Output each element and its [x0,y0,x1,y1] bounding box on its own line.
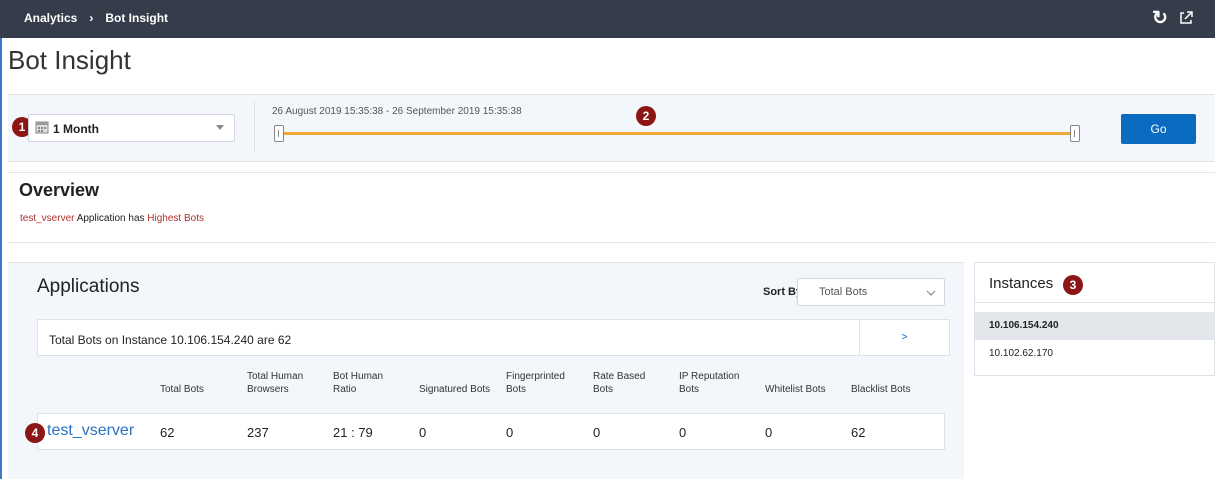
overview-app-link[interactable]: test_vserver [20,213,74,224]
column-header: Blacklist Bots [851,384,911,395]
divider [975,302,1215,303]
table-cell: 0 [679,425,687,440]
column-header: Whitelist Bots [765,384,826,395]
chevron-down-icon [926,290,936,296]
callout-badge: 4 [25,423,45,443]
table-cell: 237 [247,425,269,440]
instance-item[interactable]: 10.102.62.170 [975,340,1215,368]
chevron-right-icon: › [89,11,94,25]
column-header: Rate Based Bots [593,371,646,395]
page-title: Bot Insight [8,45,131,75]
column-header: Fingerprinted Bots [506,371,565,395]
breadcrumb-current: Bot Insight [105,11,169,25]
date-range-text: 26 August 2019 15:35:38 - 26 September 2… [272,106,522,117]
table-cell: 21 : 79 [333,425,373,440]
overview-highlight: Highest Bots [147,213,204,224]
application-link[interactable]: test_vserver [47,422,134,440]
table-cell: 0 [506,425,514,440]
column-header: IP Reputation Bots [679,371,740,395]
refresh-icon[interactable]: ↻ [1152,7,1168,30]
callout-badge: 3 [1063,275,1083,295]
overview-text: Application has [74,213,148,224]
date-range-slider-track[interactable] [280,132,1076,135]
slider-end-handle[interactable] [1070,125,1080,142]
caret-down-icon [216,125,224,130]
sort-value: Total Bots [819,286,868,298]
sort-by-select[interactable]: Total Bots [797,278,945,306]
period-label: 1 Month [53,122,99,136]
top-bar: Analytics › Bot Insight ↻ [0,0,1215,38]
column-header: Total Human Browsers [247,371,304,395]
instance-total-next-button[interactable]: > [859,320,949,355]
period-select[interactable]: 1 Month [28,114,235,142]
table-cell: 62 [851,425,866,440]
instance-item[interactable]: 10.106.154.240 [975,312,1215,340]
breadcrumb-analytics[interactable]: Analytics [24,11,77,25]
table-cell: 0 [419,425,427,440]
external-link-icon[interactable] [1178,10,1194,26]
calendar-icon [35,121,49,134]
column-header: Bot Human Ratio [333,371,384,395]
table-cell: 62 [160,425,175,440]
instance-total-row: Total Bots on Instance 10.106.154.240 ar… [37,319,950,356]
breadcrumb: Analytics › Bot Insight [24,11,168,25]
instances-title: Instances [989,275,1054,292]
instance-total-text: Total Bots on Instance 10.106.154.240 ar… [49,333,292,347]
overview-title: Overview [19,180,100,200]
applications-title: Applications [37,276,140,297]
column-header: Total Bots [160,384,204,395]
table-cell: 0 [765,425,773,440]
callout-badge: 2 [636,106,656,126]
table-cell: 0 [593,425,601,440]
overview-panel [8,172,1215,243]
overview-summary: test_vserver Application has Highest Bot… [20,213,204,224]
slider-start-handle[interactable] [274,125,284,142]
column-header: Signatured Bots [419,384,491,395]
go-button[interactable]: Go [1121,114,1196,144]
divider [254,102,255,152]
